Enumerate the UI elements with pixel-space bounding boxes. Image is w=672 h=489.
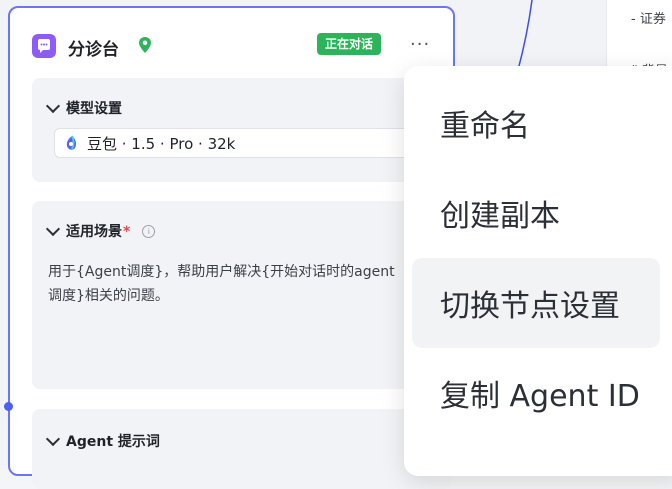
agent-node-card[interactable]: 分诊台 正在对话 ··· 模型设置 豆包 · 1.5 · Pro · 32k 适… xyxy=(8,6,455,489)
menu-item-copy-agent-id[interactable]: 复制 Agent ID xyxy=(412,348,660,438)
prompt-header[interactable]: Agent 提示词 xyxy=(45,431,160,451)
node-header: 分诊台 正在对话 ··· xyxy=(10,8,453,76)
model-select[interactable]: 豆包 · 1.5 · Pro · 32k xyxy=(54,128,433,158)
chevron-down-icon xyxy=(45,221,61,237)
section-title: 模型设置 xyxy=(66,101,122,117)
required-mark: * xyxy=(123,224,131,240)
status-badge: 正在对话 xyxy=(317,33,382,55)
scene-section: 适用场景* i 用于{Agent调度}，帮助用户解决{开始对话时的agent调度… xyxy=(32,201,452,389)
location-pin-icon xyxy=(139,37,151,53)
connection-handle[interactable] xyxy=(4,402,13,411)
prompt-section: Agent 提示词 xyxy=(32,409,452,489)
chat-bubble-icon xyxy=(32,34,56,58)
node-context-menu: 重命名 创建副本 切换节点设置 复制 Agent ID xyxy=(404,66,672,476)
model-name: 豆包 · 1.5 · Pro · 32k xyxy=(87,134,236,153)
chevron-down-icon xyxy=(45,98,61,114)
section-title: 适用场景* xyxy=(66,224,131,240)
adjacent-node-text: - 证券 xyxy=(631,12,666,27)
menu-item-switch-node-settings[interactable]: 切换节点设置 xyxy=(412,258,660,348)
scene-header[interactable]: 适用场景* i xyxy=(45,221,156,241)
menu-item-rename[interactable]: 重命名 xyxy=(412,78,660,168)
menu-item-duplicate[interactable]: 创建副本 xyxy=(412,168,660,258)
chevron-down-icon xyxy=(45,431,61,447)
more-icon[interactable]: ··· xyxy=(410,34,430,55)
info-icon[interactable]: i xyxy=(142,224,156,238)
model-settings-section: 模型设置 豆包 · 1.5 · Pro · 32k xyxy=(32,78,452,182)
model-settings-header[interactable]: 模型设置 xyxy=(45,98,122,118)
section-title: Agent 提示词 xyxy=(66,434,160,450)
doubao-logo-icon xyxy=(66,135,76,150)
node-title[interactable]: 分诊台 xyxy=(68,35,119,60)
scene-textarea[interactable]: 用于{Agent调度}，帮助用户解决{开始对话时的agent调度}相关的问题。 xyxy=(48,260,404,308)
